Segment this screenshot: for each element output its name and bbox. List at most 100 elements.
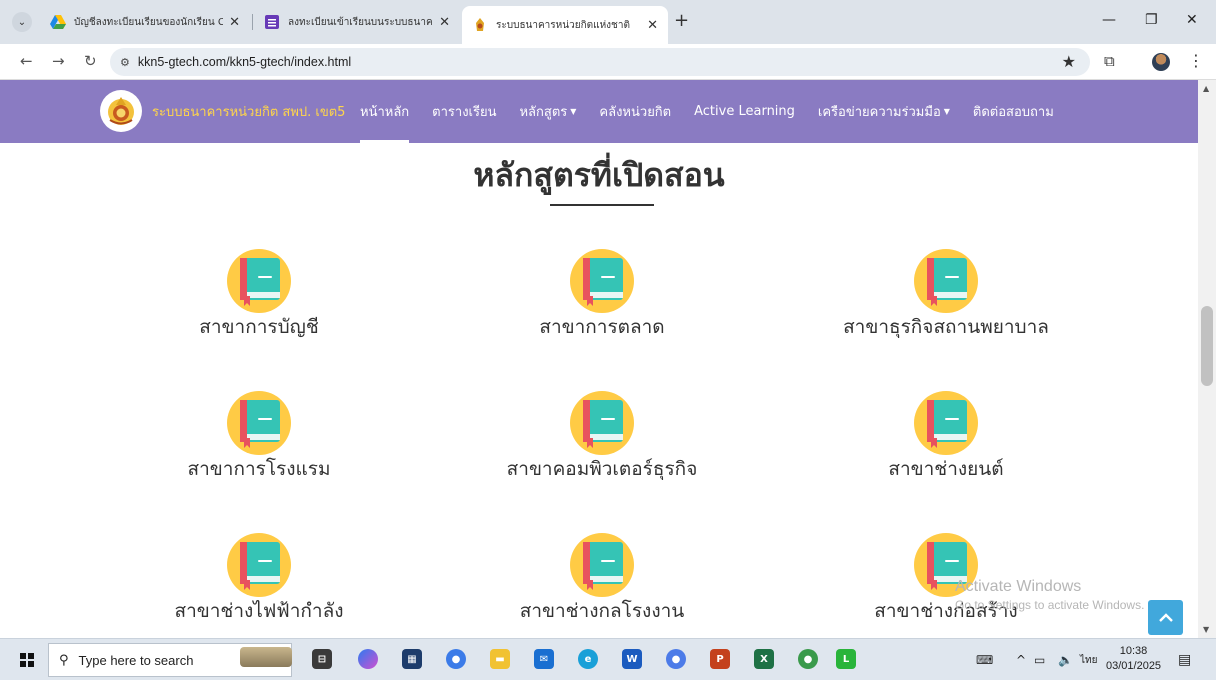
course-label: สาขาการตลาด bbox=[539, 316, 665, 338]
nav-timetable[interactable]: ตารางเรียน bbox=[432, 80, 496, 143]
close-window-icon[interactable]: ✕ bbox=[1186, 12, 1198, 28]
site-info-icon[interactable]: ⚙ bbox=[120, 56, 130, 69]
chrome-profile-icon[interactable]: ● bbox=[666, 649, 686, 669]
tab-search-button[interactable]: ⌄ bbox=[12, 12, 32, 32]
file-explorer-icon[interactable]: ▬ bbox=[490, 649, 510, 669]
task-view-icon[interactable]: ⊟ bbox=[312, 649, 332, 669]
course-card[interactable]: สาขาช่างไฟฟ้ากำลัง bbox=[109, 532, 409, 626]
notification-center-icon[interactable]: ▤ bbox=[1178, 639, 1191, 680]
tab-title: ระบบธนาคารหน่วยกิตแห่งชาติ bbox=[496, 19, 630, 31]
course-label: สาขาการบัญชี bbox=[199, 316, 319, 338]
browser-tabstrip: ⌄ บัญชีลงทะเบียนเรียนของนักเรียน Cre ✕ ล… bbox=[0, 0, 1216, 44]
nav-credit-bank[interactable]: คลังหน่วยกิต bbox=[599, 80, 671, 143]
book-icon bbox=[570, 533, 634, 597]
course-card[interactable]: สาขาการโรงแรม bbox=[109, 390, 409, 484]
forward-arrow-icon[interactable]: → bbox=[52, 52, 65, 70]
google-forms-icon bbox=[265, 15, 279, 29]
nav-network[interactable]: เครือข่ายความร่วมมือ ▼ bbox=[818, 80, 950, 143]
search-placeholder: Type here to search bbox=[78, 652, 194, 668]
course-card[interactable]: สาขาการบัญชี bbox=[109, 248, 409, 342]
microsoft-store-icon[interactable]: ▦ bbox=[402, 649, 422, 669]
clock-date: 03/01/2025 bbox=[1106, 660, 1162, 672]
search-icon: ⚲ bbox=[59, 652, 69, 668]
book-icon bbox=[227, 249, 291, 313]
reload-icon[interactable]: ↻ bbox=[84, 52, 97, 70]
word-icon[interactable]: W bbox=[622, 649, 642, 669]
page-scrollbar[interactable]: ▲ ▼ bbox=[1198, 80, 1216, 638]
book-icon bbox=[914, 249, 978, 313]
back-arrow-icon[interactable]: ← bbox=[20, 52, 33, 70]
address-bar[interactable]: ⚙ kkn5-gtech.com/kkn5-gtech/index.html ★ bbox=[110, 48, 1090, 76]
tab-separator bbox=[252, 14, 253, 30]
nav-label: หลักสูตร bbox=[519, 105, 568, 120]
chevron-up-icon bbox=[1158, 612, 1173, 622]
page-title: หลักสูตรที่เปิดสอน bbox=[473, 156, 725, 194]
book-icon bbox=[227, 391, 291, 455]
mail-icon[interactable]: ✉ bbox=[534, 649, 554, 669]
extensions-puzzle-icon[interactable]: ⧉ bbox=[1104, 52, 1115, 70]
course-card[interactable]: สาขาธุรกิจสถานพยาบาล bbox=[796, 248, 1096, 342]
profile-avatar[interactable] bbox=[1152, 53, 1170, 71]
green-app-icon[interactable]: ● bbox=[798, 649, 818, 669]
site-emblem-icon bbox=[476, 18, 484, 31]
edge-browser-icon[interactable]: e bbox=[578, 649, 598, 669]
browser-tab-1[interactable]: บัญชีลงทะเบียนเรียนของนักเรียน Cre ✕ bbox=[40, 6, 250, 38]
course-label: สาขาการโรงแรม bbox=[187, 458, 331, 480]
google-chrome-icon[interactable]: ● bbox=[446, 649, 466, 669]
brand-name: ระบบธนาคารหน่วยกิต สพป. เขต5 bbox=[152, 104, 346, 120]
show-hidden-icons-chevron[interactable]: ^ bbox=[1016, 639, 1026, 680]
tab-title: ลงทะเบียนเข้าเรียนบนระบบธนาคารฯ bbox=[288, 16, 433, 28]
powerpoint-icon[interactable]: P bbox=[710, 649, 730, 669]
system-clock[interactable]: 10:38 03/01/2025 bbox=[1106, 644, 1161, 674]
copilot-icon[interactable] bbox=[358, 649, 378, 669]
course-label: สาขาคอมพิวเตอร์ธุรกิจ bbox=[506, 458, 698, 480]
network-icon[interactable]: ▭ bbox=[1034, 639, 1045, 680]
nav-home[interactable]: หน้าหลัก bbox=[360, 80, 410, 143]
scroll-down-arrow-icon[interactable]: ▼ bbox=[1203, 625, 1209, 634]
volume-icon[interactable]: 🔈 bbox=[1058, 639, 1073, 680]
brand[interactable]: ระบบธนาคารหน่วยกิต สพป. เขต5 bbox=[100, 90, 345, 132]
nav-label: คลังหน่วยกิต bbox=[599, 105, 672, 120]
book-icon bbox=[570, 249, 634, 313]
windows-start-icon[interactable] bbox=[20, 653, 34, 667]
watermark-line-2: Go to Settings to activate Windows. bbox=[955, 598, 1145, 612]
close-tab-icon[interactable]: ✕ bbox=[647, 18, 658, 33]
language-indicator[interactable]: ไทย bbox=[1080, 639, 1097, 680]
close-tab-icon[interactable]: ✕ bbox=[229, 15, 240, 30]
browser-tab-3-active[interactable]: ระบบธนาคารหน่วยกิตแห่งชาติ ✕ bbox=[462, 6, 668, 44]
book-icon bbox=[227, 533, 291, 597]
nav-active-learning[interactable]: Active Learning bbox=[694, 80, 795, 143]
course-card[interactable]: สาขาช่างกลโรงงาน bbox=[452, 532, 752, 626]
more-menu-icon[interactable]: ⋮ bbox=[1188, 51, 1204, 70]
url-text[interactable]: kkn5-gtech.com/kkn5-gtech/index.html bbox=[138, 55, 351, 69]
new-tab-button[interactable]: + bbox=[674, 10, 689, 31]
course-label: สาขาช่างกลโรงงาน bbox=[519, 600, 685, 622]
search-highlight-image-icon[interactable] bbox=[240, 647, 292, 667]
browser-tab-2[interactable]: ลงทะเบียนเข้าเรียนบนระบบธนาคารฯ ✕ bbox=[254, 6, 460, 38]
restore-window-icon[interactable]: ❐ bbox=[1145, 12, 1158, 28]
nav-curriculum[interactable]: หลักสูตร ▼ bbox=[519, 80, 576, 143]
back-to-top-button[interactable] bbox=[1148, 600, 1183, 635]
clock-time: 10:38 bbox=[1119, 645, 1148, 657]
scroll-up-arrow-icon[interactable]: ▲ bbox=[1203, 84, 1209, 93]
course-label: สาขาธุรกิจสถานพยาบาล bbox=[843, 316, 1049, 338]
watermark-line-1: Activate Windows bbox=[955, 578, 1082, 595]
course-label: สาขาช่างไฟฟ้ากำลัง bbox=[174, 600, 344, 622]
nav-label: ติดต่อสอบถาม bbox=[972, 105, 1054, 120]
course-card[interactable]: สาขาช่างยนต์ bbox=[796, 390, 1096, 484]
line-app-icon[interactable]: L bbox=[836, 649, 856, 669]
site-navbar: ระบบธนาคารหน่วยกิต สพป. เขต5 หน้าหลัก ตา… bbox=[0, 80, 1198, 143]
keyboard-icon[interactable]: ⌨ bbox=[976, 639, 993, 680]
nav-contact[interactable]: ติดต่อสอบถาม bbox=[973, 80, 1054, 143]
scrollbar-thumb[interactable] bbox=[1201, 306, 1213, 386]
page-viewport: ระบบธนาคารหน่วยกิต สพป. เขต5 หน้าหลัก ตา… bbox=[0, 80, 1198, 638]
course-card[interactable]: สาขาคอมพิวเตอร์ธุรกิจ bbox=[452, 390, 752, 484]
course-card[interactable]: สาขาการตลาด bbox=[452, 248, 752, 342]
book-icon bbox=[570, 391, 634, 455]
excel-icon[interactable]: X bbox=[754, 649, 774, 669]
close-tab-icon[interactable]: ✕ bbox=[439, 15, 450, 30]
caret-down-icon: ▼ bbox=[943, 107, 950, 116]
minimize-window-icon[interactable]: — bbox=[1102, 12, 1116, 28]
bookmark-star-icon[interactable]: ★ bbox=[1062, 52, 1076, 71]
windows-taskbar: ⚲ Type here to search ⊟ ▦ ● ▬ ✉ e W ● P … bbox=[0, 638, 1216, 680]
